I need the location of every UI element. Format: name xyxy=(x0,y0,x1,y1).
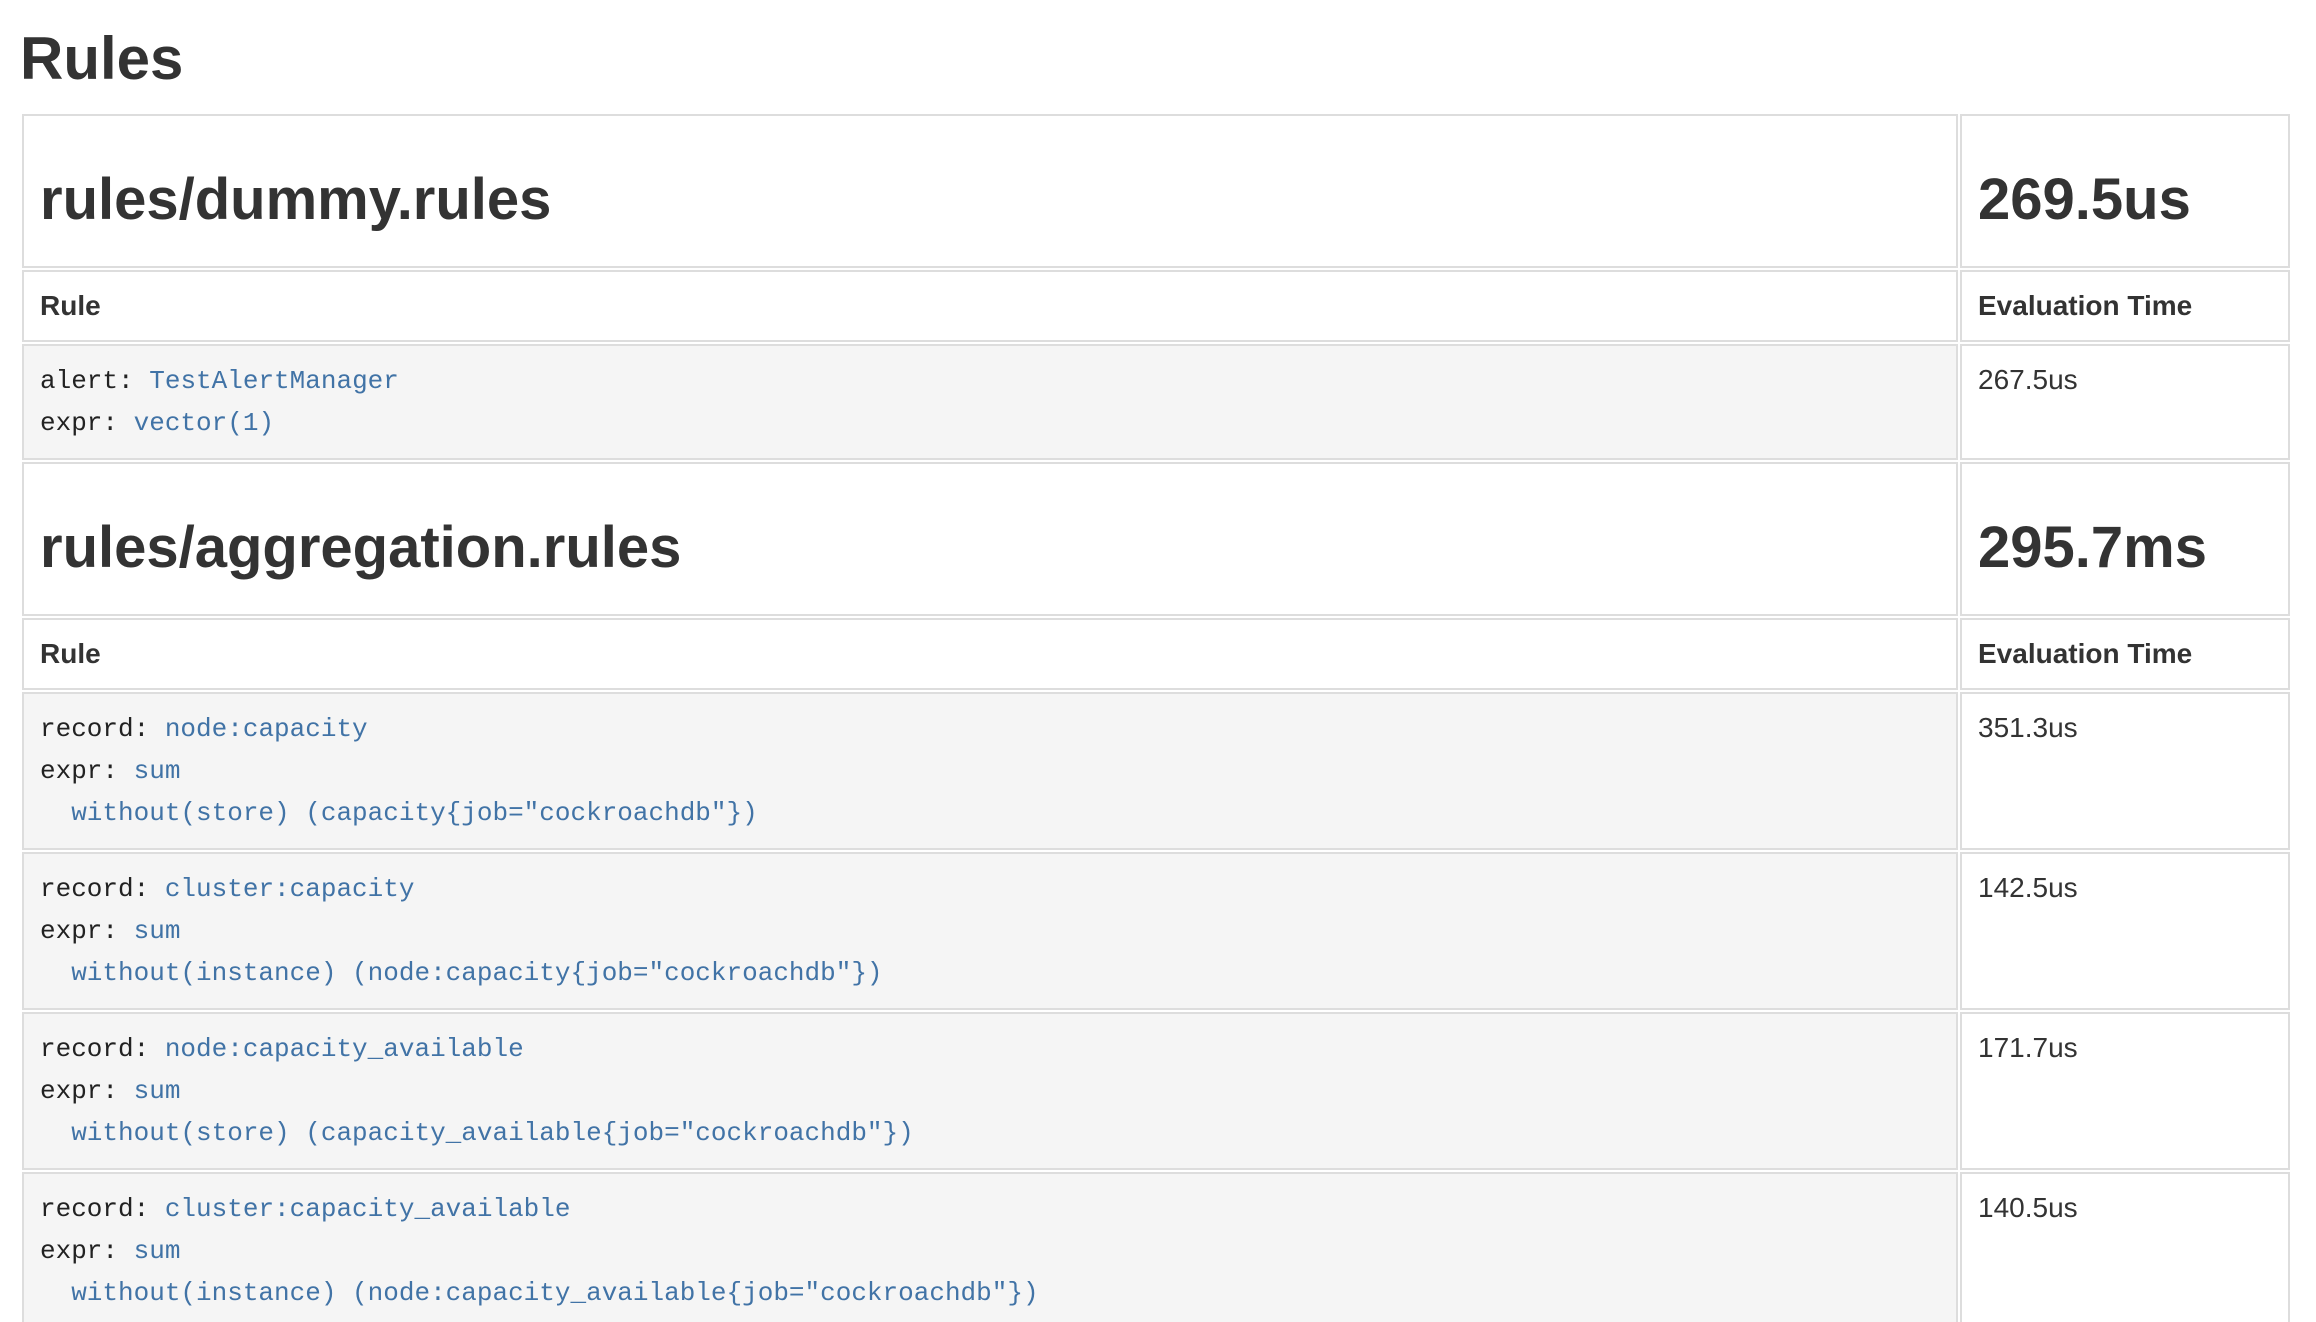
rule-code: alert: TestAlertManager expr: vector(1) xyxy=(40,360,1940,444)
rule-keyword-label: record: xyxy=(40,874,149,904)
rule-expression-link[interactable]: sum without(store) (capacity_available{j… xyxy=(40,1076,914,1148)
rule-group-header-row: rules/aggregation.rules 295.7ms xyxy=(22,462,2290,616)
rule-keyword-label: expr: xyxy=(40,1236,118,1266)
rule-group-eval-time-cell: 295.7ms xyxy=(1960,462,2290,616)
rule-row: record: cluster:capacity_available expr:… xyxy=(22,1172,2290,1322)
rule-expression-link[interactable]: vector(1) xyxy=(134,408,274,438)
rule-expression-link[interactable]: sum without(instance) (node:capacity{job… xyxy=(40,916,883,988)
rule-group-eval-time: 295.7ms xyxy=(1978,516,2272,580)
column-header-rule: Rule xyxy=(22,618,1958,690)
rule-expression-link[interactable]: node:capacity_available xyxy=(165,1034,524,1064)
rule-keyword-label: expr: xyxy=(40,1076,118,1106)
rule-keyword-label: expr: xyxy=(40,916,118,946)
rule-row: record: cluster:capacity expr: sum witho… xyxy=(22,852,2290,1010)
rule-group-eval-time-cell: 269.5us xyxy=(1960,114,2290,268)
rule-cell: record: node:capacity expr: sum without(… xyxy=(22,692,1958,850)
rule-keyword-label: record: xyxy=(40,1034,149,1064)
rule-keyword-label: alert: xyxy=(40,366,134,396)
column-header-row: RuleEvaluation Time xyxy=(22,270,2290,342)
rules-page: Rules rules/dummy.rules269.5usRuleEvalua… xyxy=(0,0,2316,1322)
rule-group-file-name: rules/aggregation.rules xyxy=(40,516,1940,580)
rule-expression-link[interactable]: sum without(store) (capacity{job="cockro… xyxy=(40,756,758,828)
rule-eval-time: 351.3us xyxy=(1960,692,2290,850)
rule-code: record: cluster:capacity_available expr:… xyxy=(40,1188,1940,1314)
rule-row: record: node:capacity expr: sum without(… xyxy=(22,692,2290,850)
rule-keyword-label: record: xyxy=(40,1194,149,1224)
page-title: Rules xyxy=(20,26,2292,92)
rule-eval-time: 171.7us xyxy=(1960,1012,2290,1170)
rule-expression-link[interactable]: sum without(instance) (node:capacity_ava… xyxy=(40,1236,1039,1308)
column-header-row: RuleEvaluation Time xyxy=(22,618,2290,690)
rule-expression-link[interactable]: cluster:capacity xyxy=(165,874,415,904)
rule-eval-time: 140.5us xyxy=(1960,1172,2290,1322)
rule-cell: alert: TestAlertManager expr: vector(1) xyxy=(22,344,1958,460)
column-header-rule: Rule xyxy=(22,270,1958,342)
rule-eval-time: 267.5us xyxy=(1960,344,2290,460)
rule-group-eval-time: 269.5us xyxy=(1978,168,2272,232)
rule-group-name-cell: rules/aggregation.rules xyxy=(22,462,1958,616)
rule-keyword-label: expr: xyxy=(40,408,118,438)
rule-cell: record: cluster:capacity_available expr:… xyxy=(22,1172,1958,1322)
column-header-eval-time: Evaluation Time xyxy=(1960,618,2290,690)
column-header-eval-time: Evaluation Time xyxy=(1960,270,2290,342)
rule-group-name-cell: rules/dummy.rules xyxy=(22,114,1958,268)
rule-expression-link[interactable]: node:capacity xyxy=(165,714,368,744)
rule-group-file-name: rules/dummy.rules xyxy=(40,168,1940,232)
rule-code: record: node:capacity expr: sum without(… xyxy=(40,708,1940,834)
rule-cell: record: node:capacity_available expr: su… xyxy=(22,1012,1958,1170)
rule-keyword-label: record: xyxy=(40,714,149,744)
rule-expression-link[interactable]: cluster:capacity_available xyxy=(165,1194,571,1224)
rule-code: record: node:capacity_available expr: su… xyxy=(40,1028,1940,1154)
rule-cell: record: cluster:capacity expr: sum witho… xyxy=(22,852,1958,1010)
rules-table: rules/dummy.rules269.5usRuleEvaluation T… xyxy=(20,112,2292,1322)
rules-table-body: rules/dummy.rules269.5usRuleEvaluation T… xyxy=(22,114,2290,1322)
rule-row: record: node:capacity_available expr: su… xyxy=(22,1012,2290,1170)
rule-keyword-label: expr: xyxy=(40,756,118,786)
rule-row: alert: TestAlertManager expr: vector(1)2… xyxy=(22,344,2290,460)
rule-group-header-row: rules/dummy.rules 269.5us xyxy=(22,114,2290,268)
rule-code: record: cluster:capacity expr: sum witho… xyxy=(40,868,1940,994)
rule-expression-link[interactable]: TestAlertManager xyxy=(149,366,399,396)
rule-eval-time: 142.5us xyxy=(1960,852,2290,1010)
